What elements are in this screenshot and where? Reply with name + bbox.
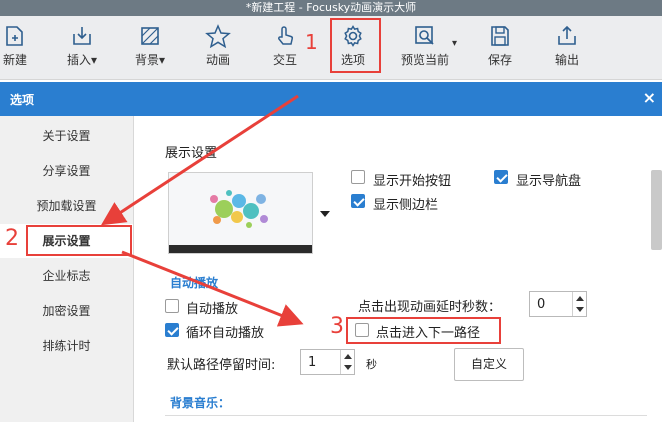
arrow-up-icon[interactable] [576,296,584,301]
show-sidebar-checkbox[interactable] [351,194,365,208]
insert-button[interactable]: 插入▾ [55,20,109,76]
preview-bottom-bar [169,245,312,253]
interaction-button-label: 交互 [272,53,297,67]
star-icon [205,24,231,48]
arrow-up-icon[interactable] [344,354,352,359]
background-music-title: 背景音乐： [170,396,231,410]
stay-time-label: 默认路径停留时间: [167,358,276,373]
show-start-button-checkbox[interactable] [351,170,365,184]
background-icon [141,27,159,45]
arrow-down-icon[interactable] [576,307,584,312]
save-button[interactable]: 保存 [473,20,527,76]
chevron-down-icon: ▾ [158,53,166,67]
stay-stepper-buttons[interactable] [340,350,354,374]
save-button-label: 保存 [487,53,512,67]
background-button[interactable]: 背景▾ [123,20,177,76]
dialog-title: 选项 [10,93,35,107]
autoplay-section-title: 自动播放 [170,276,219,290]
options-sidebar: 关于设置 分享设置 预加载设置 展示设置 企业标志 加密设置 排练计时 [0,116,134,422]
click-next-path-checkbox[interactable] [355,323,369,337]
close-icon[interactable]: × [643,88,656,107]
insert-icon [73,27,91,45]
delay-seconds-value: 0 [537,297,546,312]
step-number-3: 3 [330,314,344,339]
delay-seconds-label: 点击出现动画延时秒数： [358,300,502,315]
options-dialog-header: 选项 × [0,82,662,116]
divider [165,415,647,416]
animation-button[interactable]: 动画 [191,20,245,76]
arrow-down-icon[interactable] [344,365,352,370]
sidebar-item-about[interactable]: 关于设置 [0,119,133,153]
background-button-label: 背景 [134,53,159,67]
stay-time-stepper[interactable]: 1 [300,349,355,375]
custom-button[interactable]: 自定义 [454,348,524,381]
show-navigator-checkbox[interactable] [494,170,508,184]
export-button[interactable]: 输出 [540,20,594,76]
stay-time-value: 1 [308,355,317,370]
new-file-icon [6,26,23,46]
step-number-1: 1 [305,30,318,54]
sidebar-item-preload[interactable]: 预加载设置 [0,189,133,223]
content-scrollbar[interactable] [651,170,662,250]
new-button[interactable]: 新建 [0,20,42,76]
loop-play-label: 循环自动播放 [186,326,265,341]
show-sidebar-label: 显示侧边栏 [373,198,439,213]
sidebar-item-logo[interactable]: 企业标志 [0,259,133,293]
chevron-down-icon[interactable]: ▾ [452,38,457,49]
auto-play-label: 自动播放 [186,302,239,317]
options-highlight-box [330,18,381,73]
hand-pointer-icon [278,26,294,45]
sidebar-item-rehearsal[interactable]: 排练计时 [0,329,133,363]
layout-preview-thumbnail[interactable] [168,172,313,254]
show-navigator-label: 显示导航盘 [516,174,582,189]
preview-current-button[interactable]: 预览当前 [390,20,460,76]
loop-play-checkbox[interactable] [165,323,179,337]
sidebar-item-share[interactable]: 分享设置 [0,154,133,188]
export-icon [558,25,576,45]
preview-icon [415,26,434,45]
save-icon [491,26,509,46]
sidebar-item-encryption[interactable]: 加密设置 [0,294,133,328]
window-title: *新建工程 - Focusky动画演示大师 [0,0,662,16]
display-settings-highlight-box [26,225,132,256]
insert-button-label: 插入 [66,53,91,67]
chevron-down-icon: ▾ [90,53,98,67]
display-settings-panel: 展示设置 显示开始按钮 显示导航盘 显示侧边栏 自动播放 自动播放 循环自动播放… [135,116,662,422]
preview-current-label: 预览当前 [400,53,449,67]
auto-play-checkbox[interactable] [165,299,179,313]
interaction-button[interactable]: 交互 [258,20,312,76]
click-next-path-label: 点击进入下一路径 [376,326,481,341]
show-start-button-label: 显示开始按钮 [373,174,452,189]
export-button-label: 输出 [554,53,579,67]
delay-stepper-buttons[interactable] [572,292,586,316]
preview-illustration [210,190,268,228]
delay-seconds-stepper[interactable]: 0 [529,291,587,317]
animation-button-label: 动画 [205,53,230,67]
chevron-down-icon[interactable] [320,211,330,217]
new-button-label: 新建 [2,53,27,67]
stay-time-unit: 秒 [366,358,377,371]
display-section-title: 展示设置 [165,146,218,161]
step-number-2: 2 [5,226,19,251]
